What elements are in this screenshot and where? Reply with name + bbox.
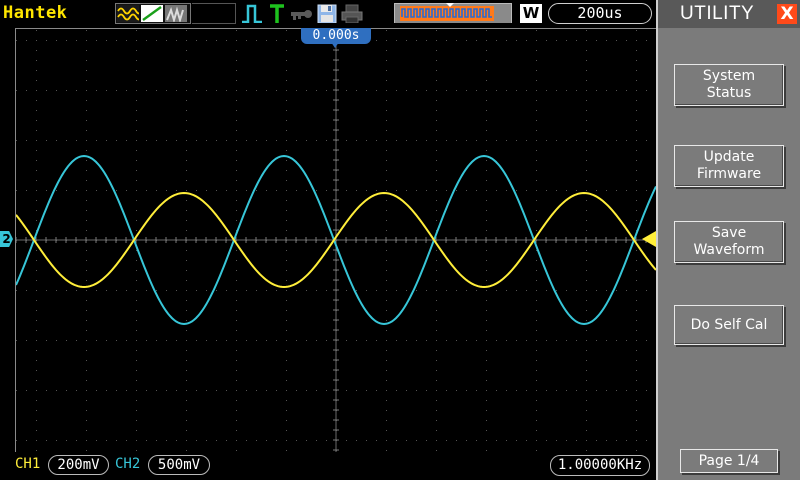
menu-header: UTILITY X: [658, 0, 800, 28]
ch2-scale[interactable]: 500mV: [148, 455, 210, 475]
acquire-normal-icon[interactable]: [117, 5, 139, 22]
menu-title: UTILITY: [680, 3, 755, 24]
ch1-label[interactable]: CH1: [15, 456, 40, 472]
ch1-scale[interactable]: 200mV: [48, 455, 109, 475]
acquire-mode-group[interactable]: [115, 3, 191, 24]
status-blank-box: [192, 3, 236, 24]
ch2-ground-marker[interactable]: 2: [0, 231, 13, 247]
waveform-display: [15, 28, 657, 453]
save-waveform-button[interactable]: Save Waveform: [674, 221, 784, 263]
system-status-button[interactable]: System Status: [674, 64, 784, 106]
timebase-display[interactable]: 200us: [548, 3, 652, 24]
printer-icon[interactable]: [340, 3, 364, 23]
page-indicator-button[interactable]: Page 1/4: [680, 449, 778, 473]
save-disk-icon[interactable]: [316, 3, 338, 23]
trigger-time-tag[interactable]: 0.000s: [301, 28, 371, 44]
utility-menu-panel: UTILITY X System Status Update Firmware …: [656, 0, 800, 480]
memory-position-icon[interactable]: [394, 3, 512, 23]
bottom-status-bar: CH1 200mV CH2 500mV 1.00000KHz: [0, 452, 656, 480]
acquire-average-icon[interactable]: [165, 5, 187, 22]
close-icon[interactable]: X: [777, 4, 797, 24]
frequency-readout: 1.00000KHz: [550, 455, 650, 476]
graticule-and-traces: [16, 29, 657, 453]
update-firmware-button[interactable]: Update Firmware: [674, 145, 784, 187]
run-mode-indicator: W: [520, 4, 542, 23]
top-status-bar: Hantek W 200us: [0, 0, 656, 28]
trigger-T-icon: [270, 4, 284, 23]
acquire-peak-icon[interactable]: [141, 5, 163, 22]
brand-logo: Hantek: [3, 3, 68, 23]
ch2-label[interactable]: CH2: [115, 456, 140, 472]
trigger-level-arrow-icon[interactable]: [641, 231, 656, 247]
trigger-edge-icon[interactable]: [240, 3, 266, 23]
do-self-cal-button[interactable]: Do Self Cal: [674, 305, 784, 345]
key-icon: [291, 10, 312, 20]
